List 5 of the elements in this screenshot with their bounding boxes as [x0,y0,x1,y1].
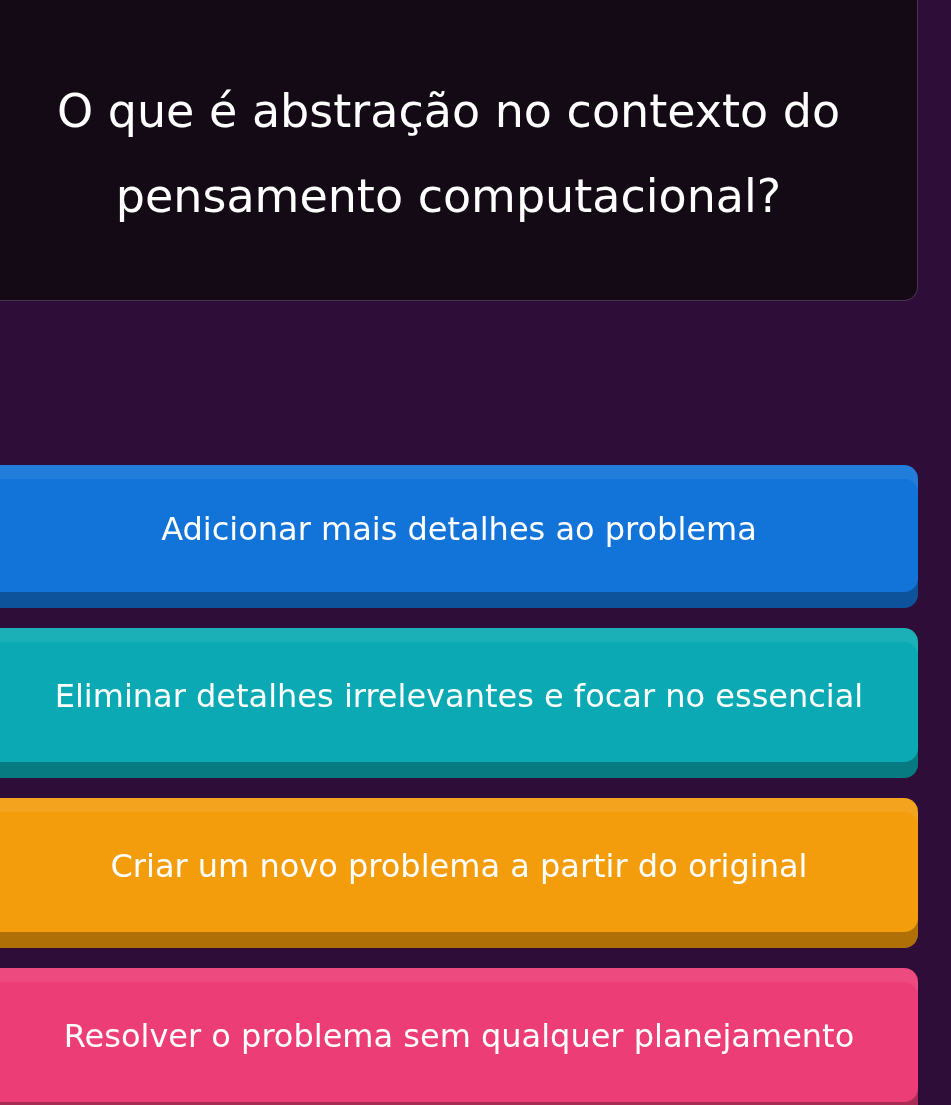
answer-button[interactable]: Eliminar detalhes irrelevantes e focar no essencial [0,628,918,778]
answer-button[interactable]: Adicionar mais detalhes ao problema [0,465,918,608]
question-text: O que é abstração no contexto do pensamento computacional? [55,83,842,225]
answer-button[interactable]: Resolver o problema sem qualquer planejamento [0,968,918,1105]
answer-button[interactable]: Criar um novo problema a partir do original [0,798,918,948]
